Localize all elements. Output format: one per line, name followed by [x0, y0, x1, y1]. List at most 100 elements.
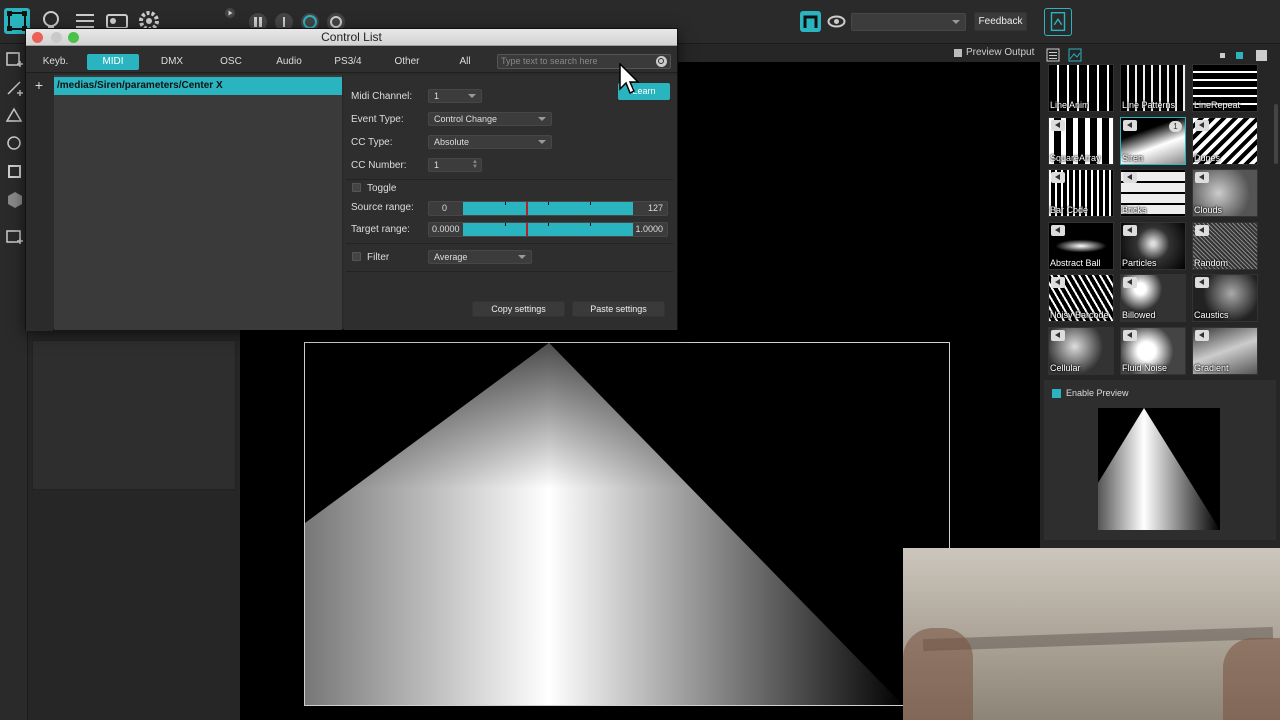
tab-ps34[interactable]: PS3/4 — [322, 54, 374, 70]
library-item-caustics[interactable]: Caustics — [1192, 274, 1258, 322]
eye-icon[interactable] — [826, 11, 847, 32]
filter-label: Filter — [367, 252, 390, 263]
arrow-left-icon[interactable] — [1051, 224, 1065, 236]
library-item-clouds[interactable]: Clouds — [1192, 169, 1258, 217]
toggle-checkbox[interactable] — [352, 183, 361, 192]
cube-tool-icon[interactable] — [5, 190, 25, 210]
library-item-cellular[interactable]: Cellular — [1048, 326, 1114, 375]
tab-dmx[interactable]: DMX — [146, 54, 198, 70]
list-view-icon[interactable] — [1046, 48, 1060, 62]
tab-osc[interactable]: OSC — [205, 54, 257, 70]
arrow-left-icon[interactable] — [1195, 119, 1209, 131]
crop-tool-icon[interactable] — [5, 162, 25, 182]
tab-other[interactable]: Other — [381, 54, 433, 70]
output-canvas[interactable] — [304, 342, 950, 706]
filter-select[interactable]: Average — [428, 250, 532, 264]
target-range-min: 0.0000 — [432, 224, 460, 234]
library-item-noisy-barcode[interactable]: Noisy Barcode — [1048, 274, 1114, 322]
arrow-left-icon[interactable] — [1195, 277, 1209, 288]
library-item-bar-code[interactable]: Bar Code — [1048, 169, 1114, 217]
library-item-line-anim[interactable]: Line Anim — [1048, 64, 1114, 112]
search-icon[interactable] — [656, 56, 667, 67]
dialog-titlebar[interactable]: Control List — [26, 29, 677, 46]
arrow-left-icon[interactable] — [1123, 329, 1137, 341]
play-small-icon[interactable] — [224, 6, 236, 18]
tick — [548, 223, 549, 226]
small-size-icon[interactable] — [1220, 53, 1225, 58]
source-range-max: 127 — [647, 203, 663, 213]
copy-settings-button[interactable]: Copy settings — [472, 301, 565, 317]
left-tool-sidebar — [0, 44, 28, 720]
enable-preview-checkbox[interactable] — [1052, 389, 1061, 398]
triangle-tool-icon[interactable] — [5, 106, 25, 126]
image-view-icon[interactable] — [1068, 48, 1082, 62]
arrow-left-icon[interactable] — [1051, 277, 1065, 288]
cc-number-stepper[interactable]: 1 ▲ ▼ — [428, 158, 482, 172]
large-size-icon[interactable] — [1256, 50, 1267, 61]
library-item-bricks[interactable]: Bricks — [1120, 169, 1186, 217]
midi-channel-select[interactable]: 1 — [428, 89, 482, 103]
library-item-siren[interactable]: 1 Siren — [1120, 116, 1186, 165]
library-item-label: Noisy Barcode — [1050, 310, 1109, 320]
arrow-left-icon[interactable] — [1051, 172, 1065, 183]
library-item-line-patterns[interactable]: Line Patterns — [1120, 64, 1186, 112]
preview-output-checkbox[interactable] — [954, 49, 962, 57]
midi-channel-value: 1 — [434, 91, 440, 101]
add-surface-icon[interactable] — [5, 49, 25, 69]
preview-output-label: Preview Output — [966, 47, 1035, 58]
separator — [346, 243, 673, 244]
library-item-squarearray[interactable]: SquareArray — [1048, 116, 1114, 165]
preview-select[interactable] — [851, 13, 966, 31]
library-scrollbar[interactable] — [1274, 104, 1278, 164]
search-placeholder: Type text to search here — [501, 56, 598, 66]
cc-type-select[interactable]: Absolute — [428, 135, 552, 149]
chevron-down-icon — [518, 255, 526, 259]
library-item-gradient[interactable]: Gradient — [1192, 326, 1258, 375]
arrow-left-icon[interactable] — [1051, 119, 1065, 131]
tab-keyb[interactable]: Keyb. — [31, 54, 80, 70]
tab-all[interactable]: All — [439, 54, 491, 70]
preview-thumbnail — [1098, 408, 1220, 530]
paste-settings-button[interactable]: Paste settings — [572, 301, 665, 317]
target-range-slider[interactable]: 0.0000 1.0000 — [428, 222, 668, 237]
search-input[interactable]: Type text to search here — [497, 54, 671, 69]
library-item-label: Cellular — [1050, 362, 1081, 373]
tab-audio[interactable]: Audio — [263, 54, 315, 70]
list-item[interactable]: /medias/Siren/parameters/Center X — [54, 77, 342, 95]
library-item-random[interactable]: Random — [1192, 221, 1258, 270]
feedback-button[interactable]: Feedback — [974, 12, 1027, 31]
source-range-slider[interactable]: 0 127 — [428, 201, 668, 216]
target-range-max: 1.0000 — [635, 224, 663, 234]
add-icon[interactable]: + — [32, 78, 46, 92]
arrow-left-icon[interactable] — [1195, 329, 1209, 341]
line-tool-icon[interactable] — [5, 78, 25, 98]
stepper-arrows-icon[interactable]: ▲ ▼ — [472, 159, 478, 170]
arrow-left-icon[interactable] — [1195, 172, 1209, 183]
arrow-left-icon[interactable] — [1051, 329, 1065, 341]
arrow-left-icon[interactable] — [1123, 119, 1137, 131]
library-item-billowed[interactable]: Billowed — [1120, 274, 1186, 322]
library-item-label: Line Patterns — [1122, 100, 1176, 110]
arrow-left-icon[interactable] — [1123, 224, 1137, 236]
library-item-fluid-noise[interactable]: Fluid Noise — [1120, 326, 1186, 375]
arrow-left-icon[interactable] — [1195, 224, 1209, 236]
medium-size-icon[interactable] — [1236, 52, 1243, 59]
event-type-select[interactable]: Control Change — [428, 112, 552, 126]
document-icon[interactable] — [1044, 8, 1072, 36]
tick — [505, 223, 506, 226]
filter-checkbox[interactable] — [352, 252, 361, 261]
add-folder-icon[interactable] — [5, 226, 25, 246]
output-n-icon[interactable] — [800, 11, 821, 32]
library-item-abstract-ball[interactable]: Abstract Ball — [1048, 221, 1114, 270]
library-item-dunes[interactable]: Dunes — [1192, 116, 1258, 165]
separator — [346, 271, 673, 272]
library-item-particles[interactable]: Particles — [1120, 221, 1186, 270]
circle-tool-icon[interactable] — [5, 134, 25, 154]
library-item-linerepeat[interactable]: LineRepeat — [1192, 64, 1258, 112]
toggle-label: Toggle — [367, 183, 397, 194]
tab-midi[interactable]: MIDI — [87, 54, 139, 70]
library-item-label: LineRepeat — [1194, 100, 1241, 110]
arrow-left-icon[interactable] — [1123, 277, 1137, 288]
arrow-left-icon[interactable] — [1123, 172, 1137, 183]
library-item-label: Siren — [1122, 152, 1144, 163]
